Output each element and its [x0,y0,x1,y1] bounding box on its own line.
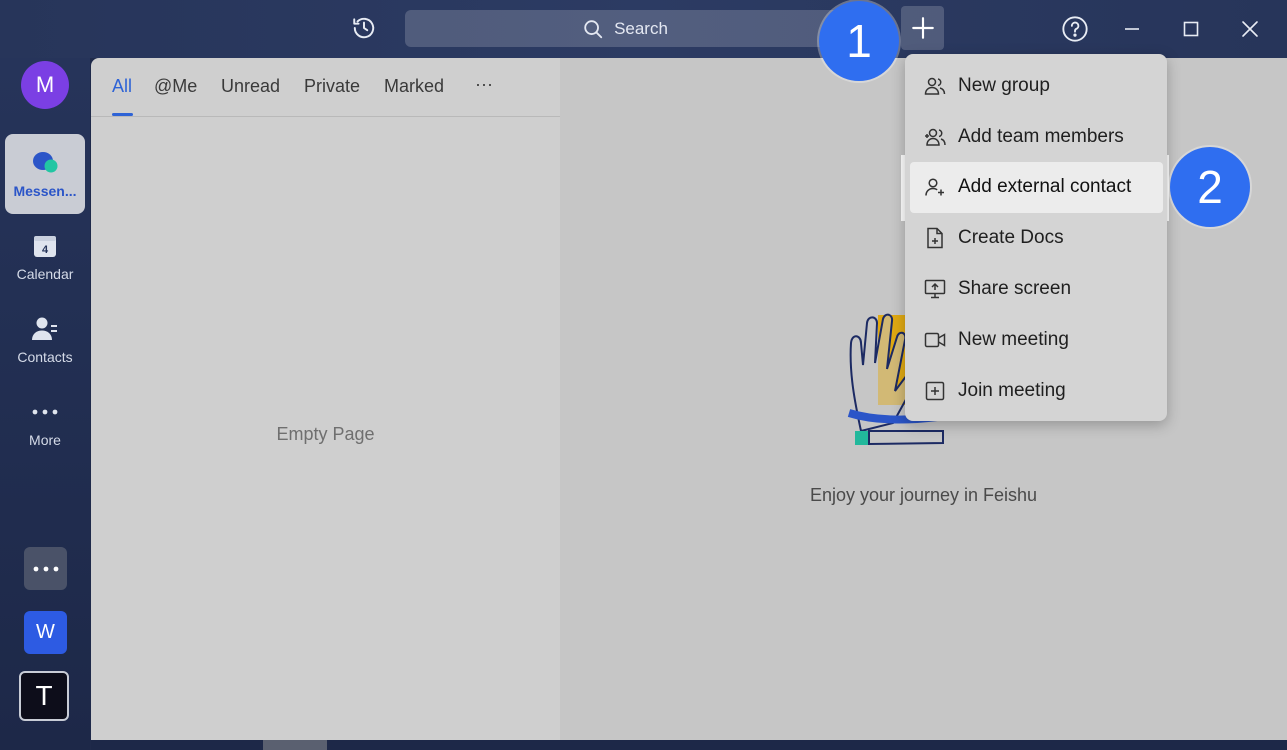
tab-at-me[interactable]: @Me [154,76,197,97]
menu-item-label: Add external contact [958,175,1132,197]
history-icon [353,17,375,39]
menu-item-add-team-members[interactable]: Add team members [905,111,1167,162]
help-icon [1062,16,1088,42]
minimize-icon [1125,28,1139,30]
welcome-message: Enjoy your journey in Feishu [809,485,1038,505]
menu-item-label: New meeting [958,328,1069,350]
messenger-icon [33,152,58,173]
nav-item-contacts[interactable]: Contacts [5,300,85,380]
search-bar[interactable]: Search [405,10,845,47]
step-badge-1: 1 [819,1,899,81]
help-button[interactable] [1060,14,1090,44]
add-contact-icon [925,177,944,196]
app-tile-t[interactable]: T [19,671,69,721]
tab-marked[interactable]: Marked [384,76,444,97]
nav-label: Messen... [13,183,77,199]
menu-item-new-meeting[interactable]: New meeting [905,314,1167,365]
menu-item-new-group[interactable]: New group [905,60,1167,111]
minimize-button[interactable] [1117,14,1147,44]
empty-page-text: Empty Page [276,424,375,444]
tab-private[interactable]: Private [304,76,360,97]
nav-item-messenger[interactable]: Messen... [5,134,85,214]
video-icon [924,332,946,347]
svg-text:4: 4 [42,244,49,256]
menu-item-label: New group [958,74,1050,96]
search-placeholder: Search [614,18,668,38]
plus-icon [911,17,934,39]
nav-label: Calendar [16,266,74,282]
maximize-icon [1183,21,1199,37]
group-icon [924,77,946,95]
scroll-handle[interactable] [263,740,327,750]
share-screen-icon [924,279,946,298]
contacts-icon [32,317,57,340]
menu-item-label: Share screen [958,277,1072,299]
more-apps-icon [33,566,58,571]
chat-list-panel: All @Me Unread Private Marked ··· Empty … [91,58,560,740]
menu-item-create-docs[interactable]: Create Docs [905,212,1167,263]
app-tile-w[interactable]: W [24,611,67,654]
nav-label: More [29,432,61,448]
menu-item-label: Create Docs [958,226,1064,248]
tab-unread[interactable]: Unread [221,76,280,97]
nav-item-calendar[interactable]: 4 Calendar [5,217,85,297]
create-doc-icon [927,227,943,248]
create-plus-button[interactable] [901,6,944,50]
search-icon [584,19,603,38]
menu-item-label: Join meeting [958,379,1066,401]
history-button[interactable] [348,12,380,44]
menu-item-join-meeting[interactable]: Join meeting [905,365,1167,416]
close-icon [1242,21,1258,37]
tab-more-filters[interactable]: ··· [475,74,493,95]
menu-item-label: Add team members [958,125,1124,147]
add-team-icon [925,128,946,146]
join-meeting-icon [925,381,945,400]
menu-item-add-external-contact[interactable]: Add external contact [905,161,1167,212]
calendar-icon: 4 [34,236,56,257]
tab-all[interactable]: All [112,76,132,97]
nav-item-more[interactable]: More [5,383,85,463]
more-apps-tile[interactable] [24,547,67,590]
chat-filter-tabs: All @Me Unread Private Marked ··· [91,58,560,117]
user-avatar[interactable]: M [21,61,69,109]
step-badge-2: 2 [1170,147,1250,227]
menu-item-share-screen[interactable]: Share screen [905,263,1167,314]
more-icon [32,409,58,415]
maximize-button[interactable] [1176,14,1206,44]
nav-label: Contacts [17,349,73,365]
active-tab-indicator [112,113,133,116]
close-button[interactable] [1235,14,1265,44]
